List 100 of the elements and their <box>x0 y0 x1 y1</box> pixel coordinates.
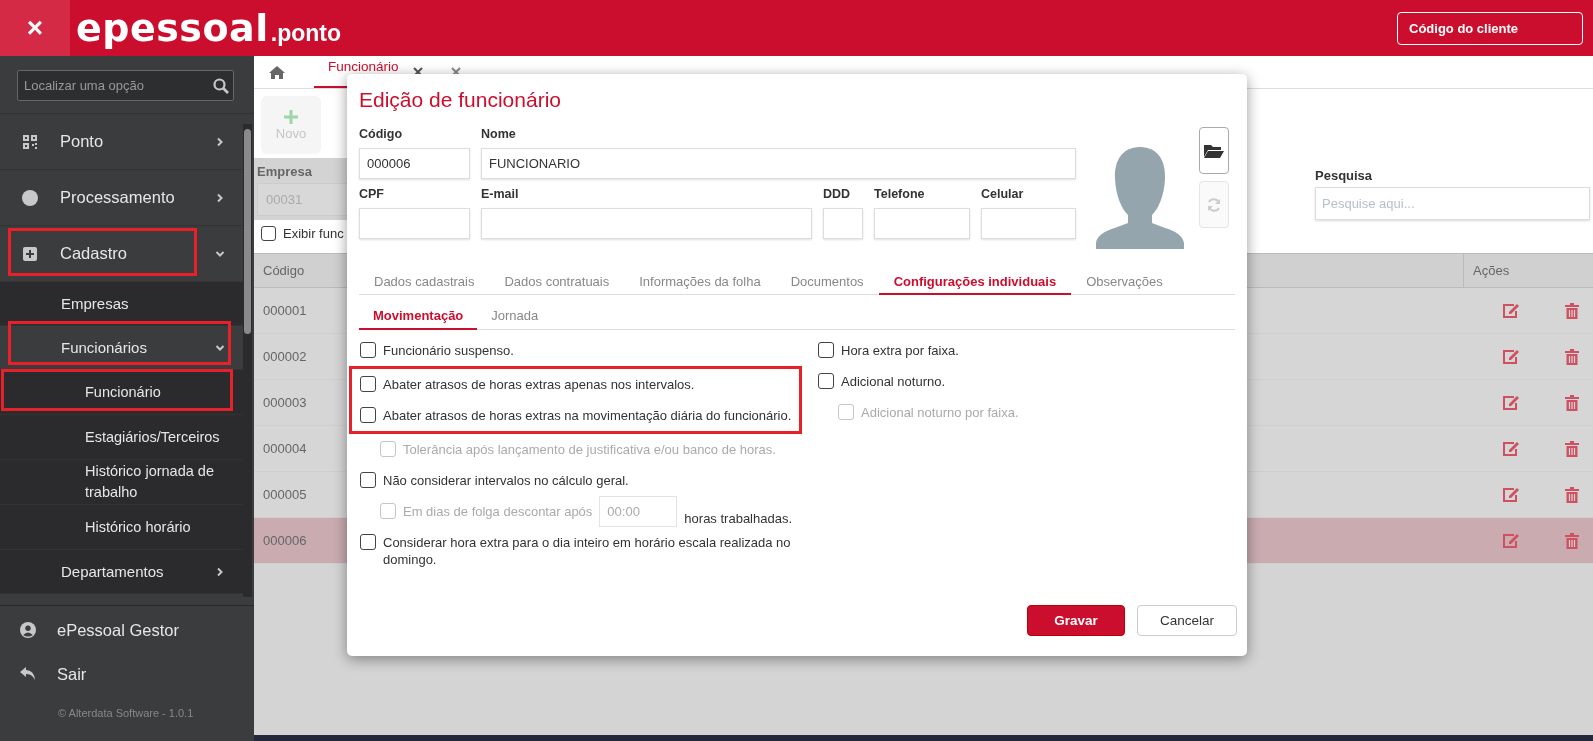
menu-item[interactable]: Cadastro <box>0 226 243 282</box>
edit-icon[interactable] <box>1502 486 1520 503</box>
plus-icon <box>284 109 298 124</box>
refresh-icon <box>1206 196 1222 213</box>
tab[interactable]: Documentos <box>775 269 879 295</box>
option-label: Hora extra por faixa. <box>841 342 959 359</box>
text-field[interactable] <box>981 208 1076 239</box>
home-icon[interactable] <box>269 65 285 79</box>
option-label: Não considerar intervalos no cálculo geral. <box>383 472 629 489</box>
option-label: Em dias de folga descontar após <box>403 503 593 520</box>
field-label: Celular <box>981 187 1024 203</box>
field-label: Código <box>359 127 403 143</box>
field-label: E-mail <box>481 187 519 203</box>
trash-icon[interactable] <box>1565 440 1579 457</box>
tab[interactable]: Dados cadastrais <box>359 269 490 295</box>
plus-square-icon <box>22 246 38 261</box>
field-label: CPF <box>359 187 384 203</box>
edit-icon[interactable] <box>1502 532 1520 549</box>
tab[interactable]: Configurações individuais <box>878 269 1072 295</box>
trash-icon[interactable] <box>1565 302 1579 319</box>
menu-label: Departamentos <box>61 563 164 580</box>
search-field[interactable]: Localizar uma opção <box>17 70 234 101</box>
menu-item[interactable]: Histórico horário <box>0 505 243 550</box>
table-cell-text: 000004 <box>262 441 307 456</box>
copyright-text: © Alterdata Software - 1.0.1 <box>57 707 195 719</box>
field-label: Nome <box>481 127 516 143</box>
close-icon[interactable] <box>450 67 461 77</box>
tab[interactable]: Informações da folha <box>624 269 776 295</box>
checkbox[interactable] <box>261 226 276 241</box>
menu-item[interactable]: Funcionário <box>0 370 243 415</box>
menu-label: Funcionários <box>61 339 147 356</box>
checkbox[interactable] <box>360 472 376 488</box>
option-label: Tolerância após lançamento de justificativa e/ou banco de horas. <box>403 441 776 458</box>
edit-icon[interactable] <box>1502 348 1520 365</box>
user-icon <box>20 622 36 638</box>
field-label: Telefone <box>874 187 925 203</box>
checkbox[interactable] <box>360 407 376 423</box>
folder-icon <box>1204 143 1224 158</box>
menu-label: ePessoal Gestor <box>57 620 179 640</box>
menu-item[interactable]: Sair <box>0 652 254 696</box>
save-button[interactable]: Gravar <box>1027 605 1125 636</box>
option-label: Abater atrasos de horas extras apenas nos intervalos. <box>383 376 695 393</box>
text-field[interactable] <box>359 208 470 239</box>
checkbox[interactable] <box>818 373 834 389</box>
text-field[interactable]: FUNCIONARIO <box>481 148 1076 179</box>
checkbox-label: Exibir func <box>283 226 344 241</box>
checkbox[interactable] <box>818 342 834 358</box>
option-label: Funcionário suspenso. <box>383 342 514 359</box>
menu-label: Ponto <box>60 132 104 151</box>
option-label: Abater atrasos de horas extras na movimentação diária do funcionário. <box>383 407 792 424</box>
table-cell-text: 000001 <box>262 303 307 318</box>
menu-item[interactable]: Departamentos <box>0 550 243 594</box>
close-menu-button[interactable]: × <box>0 0 70 56</box>
text-field[interactable]: 000006 <box>359 148 470 179</box>
scrollbar[interactable] <box>243 124 252 597</box>
field-label: Empresa <box>257 164 313 179</box>
folder-button[interactable] <box>1199 127 1229 174</box>
column-header: Ações <box>1463 254 1593 287</box>
option-label: Adicional noturno por faixa. <box>861 404 1019 421</box>
menu-item[interactable]: Estagiários/Terceiros <box>0 415 243 460</box>
trash-icon[interactable] <box>1565 348 1579 365</box>
option-label: Considerar hora extra para o dia inteiro em horário escala realizada no domingo. <box>383 534 792 568</box>
checkbox[interactable] <box>360 534 376 550</box>
field-label: Pesquisa <box>1315 168 1374 183</box>
edit-icon[interactable] <box>1502 440 1520 457</box>
tab[interactable]: Movimentação <box>359 303 478 330</box>
column-header: Código <box>262 263 305 278</box>
menu-label: Estagiários/Terceiros <box>85 427 220 447</box>
menu-item[interactable]: Histórico jornada de trabalho <box>0 460 243 505</box>
cancel-button[interactable]: Cancelar <box>1137 605 1237 636</box>
text-field[interactable] <box>823 208 863 239</box>
tab[interactable]: Observações <box>1071 269 1178 295</box>
menu-label: Histórico horário <box>85 517 191 537</box>
trash-icon[interactable] <box>1565 532 1579 549</box>
tab[interactable]: Dados contratuais <box>489 269 625 295</box>
logo: epessoal.ponto <box>76 6 341 50</box>
menu-label: Histórico jornada de trabalho <box>85 462 215 502</box>
trash-icon[interactable] <box>1565 394 1579 411</box>
text-field[interactable] <box>481 208 812 239</box>
field-label: DDD <box>823 187 851 203</box>
table-cell-text: 000006 <box>262 533 307 548</box>
menu-label: Funcionário <box>85 382 161 402</box>
checkbox[interactable] <box>360 376 376 392</box>
edit-icon[interactable] <box>1502 302 1520 319</box>
edit-icon[interactable] <box>1502 394 1520 411</box>
text-field[interactable] <box>874 208 970 239</box>
option-label: Adicional noturno. <box>841 373 946 390</box>
menu-label: Processamento <box>60 188 175 207</box>
trash-icon[interactable] <box>1565 486 1579 503</box>
close-icon[interactable] <box>412 67 423 77</box>
client-code-button[interactable]: Código do cliente <box>1397 11 1583 45</box>
tab[interactable]: Jornada <box>477 303 553 330</box>
table-cell-text: 000002 <box>262 349 307 364</box>
dialog-title: Edição de funcionário <box>359 87 561 113</box>
menu-label: Sair <box>57 664 87 684</box>
checkbox[interactable] <box>360 342 376 358</box>
menu-item[interactable]: Empresas <box>0 282 243 326</box>
menu-item[interactable]: ePessoal Gestor <box>0 608 254 652</box>
table-cell-text: 000003 <box>262 395 307 410</box>
menu-label: Empresas <box>61 295 129 312</box>
